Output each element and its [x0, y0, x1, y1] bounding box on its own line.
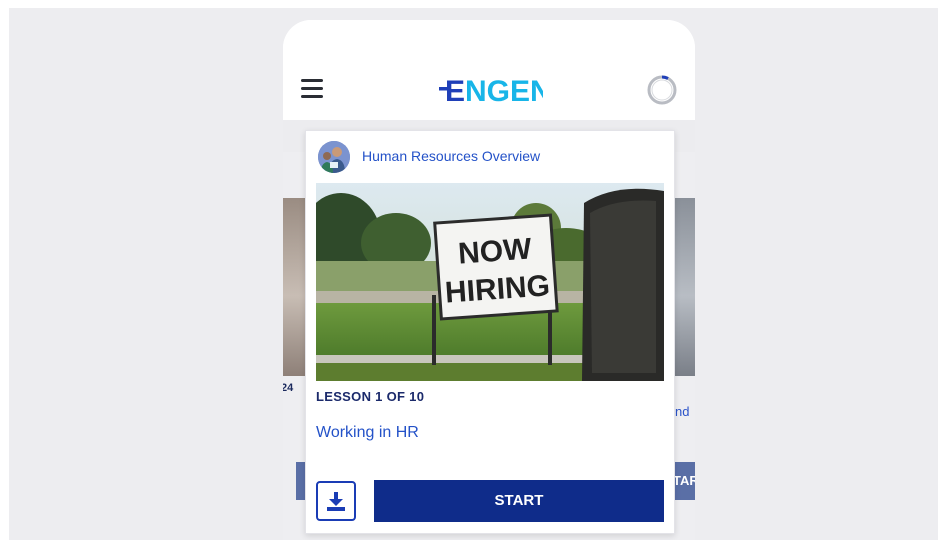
lesson-image[interactable]: NOW HIRING	[316, 183, 664, 381]
lesson-card: Human Resources Overview NOW HIRING LESS…	[305, 130, 675, 534]
progress-ring-icon[interactable]	[646, 74, 678, 106]
engen-logo: ENGEN	[439, 71, 552, 109]
phone-frame: ENGEN 24 nd TAR Human Resources Overview	[283, 20, 695, 540]
next-card-text: nd	[675, 404, 690, 419]
course-title-link[interactable]: Human Resources Overview	[362, 148, 540, 164]
download-icon	[327, 492, 345, 511]
lesson-count: LESSON 1 OF 10	[316, 389, 425, 404]
next-card-image[interactable]	[673, 198, 695, 376]
next-card-start-button[interactable]: TAR	[673, 462, 695, 500]
previous-card-text: 24	[283, 382, 294, 394]
logo-text-accent: E	[445, 75, 465, 108]
download-button[interactable]	[316, 481, 356, 521]
lesson-title-link[interactable]: Working in HR	[316, 424, 419, 442]
logo-letter-e: ENGEN	[445, 75, 543, 108]
start-button[interactable]: START	[374, 480, 664, 522]
course-avatar[interactable]	[318, 141, 350, 173]
sign-text-now: NOW	[457, 232, 533, 270]
logo-text-rest: NGEN	[465, 75, 543, 108]
hamburger-menu-icon[interactable]	[301, 79, 323, 99]
previous-card-image[interactable]	[283, 198, 305, 376]
